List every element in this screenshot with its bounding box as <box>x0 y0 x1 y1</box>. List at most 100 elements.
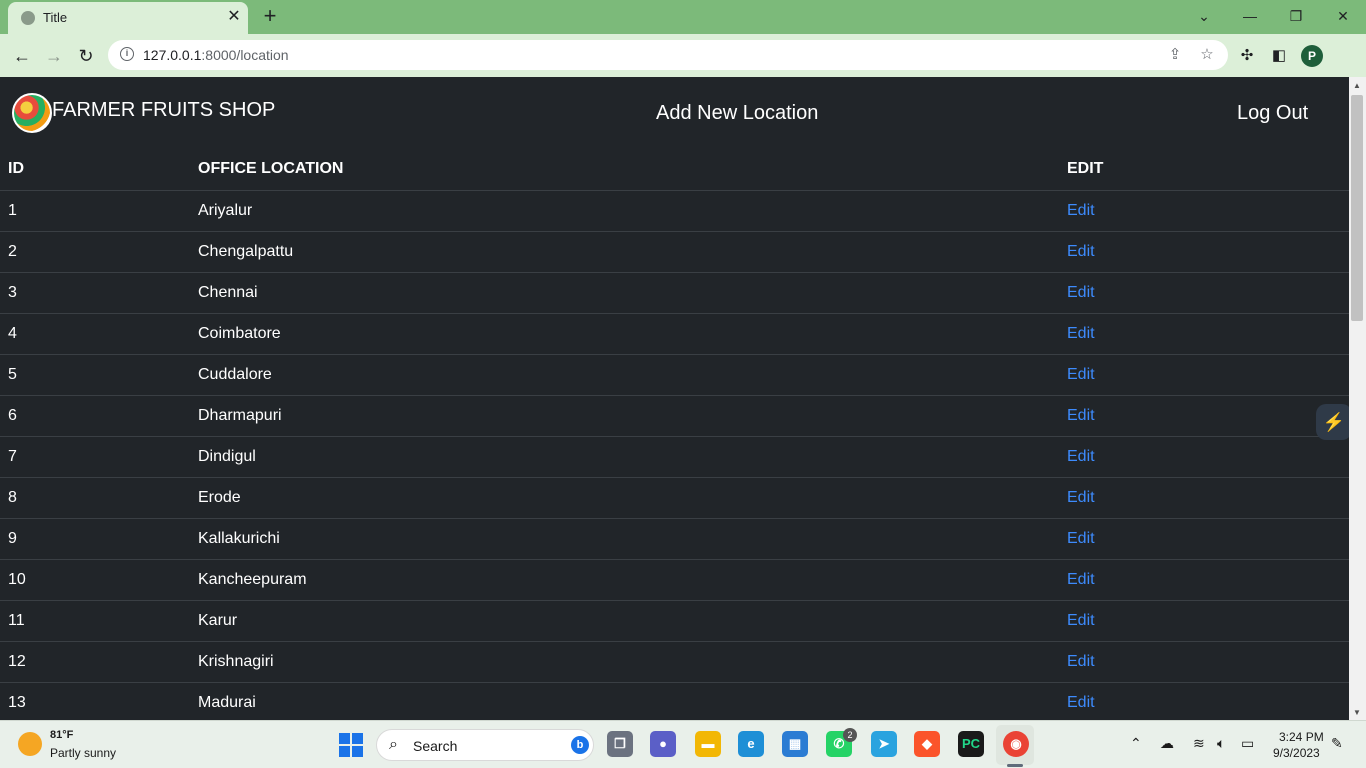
header-office-location: OFFICE LOCATION <box>190 149 1059 191</box>
close-window-button[interactable]: ✕ <box>1331 4 1355 28</box>
side-panel-icon[interactable]: ◧ <box>1268 45 1290 67</box>
row-office-location: Krishnagiri <box>190 641 1059 683</box>
row-edit-cell: Edit <box>1059 313 1349 355</box>
microsoft-store-icon[interactable]: ▦ <box>782 731 808 757</box>
page-scrollbar[interactable]: ▲ ▼ <box>1349 77 1366 720</box>
table-header-row: ID OFFICE LOCATION EDIT <box>0 149 1349 191</box>
edit-link[interactable]: Edit <box>1067 325 1095 342</box>
brand-name[interactable]: FARMER FRUITS SHOP <box>52 99 275 122</box>
bookmark-star-icon[interactable]: ☆ <box>1197 45 1217 65</box>
edit-link[interactable]: Edit <box>1067 448 1095 465</box>
row-office-location: Kancheepuram <box>190 559 1059 601</box>
weather-description[interactable]: Partly sunny <box>50 746 116 760</box>
edit-link[interactable]: Edit <box>1067 243 1095 260</box>
row-id: 11 <box>0 600 190 642</box>
row-office-location: Kallakurichi <box>190 518 1059 560</box>
edit-link[interactable]: Edit <box>1067 571 1095 588</box>
scroll-thumb[interactable] <box>1351 95 1363 321</box>
row-office-location: Chennai <box>190 272 1059 314</box>
address-bar[interactable]: i 127.0.0.1:8000/location ⇪ ☆ <box>108 40 1228 70</box>
browser-toolbar: ← → ↻ i 127.0.0.1:8000/location ⇪ ☆ ✣ ◧ … <box>0 34 1366 77</box>
windows-start-icon[interactable] <box>339 733 363 757</box>
row-id: 2 <box>0 231 190 273</box>
row-office-location: Chengalpattu <box>190 231 1059 273</box>
add-new-location-link[interactable]: Add New Location <box>656 102 818 125</box>
site-info-icon[interactable]: i <box>120 47 134 61</box>
extensions-puzzle-icon[interactable]: ✣ <box>1236 45 1258 67</box>
tab-title: Title <box>43 10 68 25</box>
weather-sun-icon[interactable] <box>18 732 42 756</box>
row-office-location: Dindigul <box>190 436 1059 478</box>
table-row: 1 Ariyalur Edit <box>0 190 1349 232</box>
tab-search-chevron-icon[interactable]: ⌄ <box>1192 4 1216 28</box>
edit-link[interactable]: Edit <box>1067 407 1095 424</box>
brave-browser-icon[interactable]: ◆ <box>914 731 940 757</box>
weather-temperature[interactable]: 81°F <box>50 729 73 741</box>
taskbar-search-box[interactable]: ⌕ Search b <box>376 729 594 761</box>
edit-link[interactable]: Edit <box>1067 653 1095 670</box>
forward-arrow-icon[interactable]: → <box>41 43 67 69</box>
task-view-icon[interactable]: ❐ <box>607 731 633 757</box>
table-row: 12 Krishnagiri Edit <box>0 641 1349 683</box>
row-id: 5 <box>0 354 190 396</box>
scroll-up-arrow-icon[interactable]: ▲ <box>1353 81 1361 90</box>
edit-link[interactable]: Edit <box>1067 530 1095 547</box>
show-hidden-icons-chevron-icon[interactable]: ⌃ <box>1130 735 1142 752</box>
table-row: 6 Dharmapuri Edit <box>0 395 1349 437</box>
row-edit-cell: Edit <box>1059 600 1349 642</box>
telegram-icon[interactable]: ➤ <box>871 731 897 757</box>
row-id: 7 <box>0 436 190 478</box>
profile-avatar[interactable]: P <box>1301 45 1323 67</box>
notifications-icon[interactable]: ✎ <box>1331 735 1343 752</box>
edit-link[interactable]: Edit <box>1067 489 1095 506</box>
battery-icon[interactable]: ▭ <box>1241 735 1254 752</box>
table-row: 3 Chennai Edit <box>0 272 1349 314</box>
edge-browser-icon[interactable]: e <box>738 731 764 757</box>
search-label: Search <box>413 738 458 754</box>
volume-icon[interactable]: 🔈︎ <box>1217 735 1225 752</box>
reload-icon[interactable]: ↻ <box>73 43 99 69</box>
new-tab-button[interactable]: + <box>258 5 282 29</box>
row-edit-cell: Edit <box>1059 518 1349 560</box>
onedrive-cloud-icon[interactable]: ☁ <box>1160 735 1174 752</box>
table-row: 5 Cuddalore Edit <box>0 354 1349 396</box>
restore-button[interactable]: ❐ <box>1284 4 1308 28</box>
back-arrow-icon[interactable]: ← <box>9 43 35 69</box>
pycharm-icon[interactable]: PC <box>958 731 984 757</box>
table-row: 13 Madurai Edit <box>0 682 1349 720</box>
browser-tab[interactable]: Title ✕ <box>8 2 248 34</box>
clock-time[interactable]: 3:24 PM <box>1279 730 1324 744</box>
close-tab-icon[interactable]: ✕ <box>224 7 244 27</box>
edit-link[interactable]: Edit <box>1067 612 1095 629</box>
table-row: 11 Karur Edit <box>0 600 1349 642</box>
row-office-location: Karur <box>190 600 1059 642</box>
floating-widget-icon[interactable]: ⚡ <box>1316 404 1349 440</box>
row-edit-cell: Edit <box>1059 190 1349 232</box>
wifi-icon[interactable]: ≋ <box>1193 735 1205 752</box>
edit-link[interactable]: Edit <box>1067 202 1095 219</box>
edit-link[interactable]: Edit <box>1067 284 1095 301</box>
bing-icon[interactable]: b <box>571 736 589 754</box>
row-id: 3 <box>0 272 190 314</box>
teams-chat-icon[interactable]: ● <box>650 731 676 757</box>
row-id: 9 <box>0 518 190 560</box>
row-edit-cell: Edit <box>1059 395 1349 437</box>
log-out-link[interactable]: Log Out <box>1237 102 1308 125</box>
scroll-down-arrow-icon[interactable]: ▼ <box>1353 708 1361 717</box>
clock-date[interactable]: 9/3/2023 <box>1273 746 1320 760</box>
row-edit-cell: Edit <box>1059 682 1349 720</box>
header-id: ID <box>0 149 190 191</box>
row-edit-cell: Edit <box>1059 559 1349 601</box>
shop-logo[interactable] <box>12 93 52 133</box>
edit-link[interactable]: Edit <box>1067 694 1095 711</box>
share-icon[interactable]: ⇪ <box>1165 45 1185 65</box>
row-id: 13 <box>0 682 190 720</box>
chrome-icon[interactable]: ◉ <box>1003 731 1029 757</box>
row-edit-cell: Edit <box>1059 436 1349 478</box>
url-text[interactable]: 127.0.0.1:8000/location <box>143 47 289 63</box>
edit-link[interactable]: Edit <box>1067 366 1095 383</box>
file-explorer-icon[interactable]: ▬ <box>695 731 721 757</box>
row-edit-cell: Edit <box>1059 231 1349 273</box>
row-edit-cell: Edit <box>1059 272 1349 314</box>
minimize-button[interactable]: — <box>1238 4 1262 28</box>
